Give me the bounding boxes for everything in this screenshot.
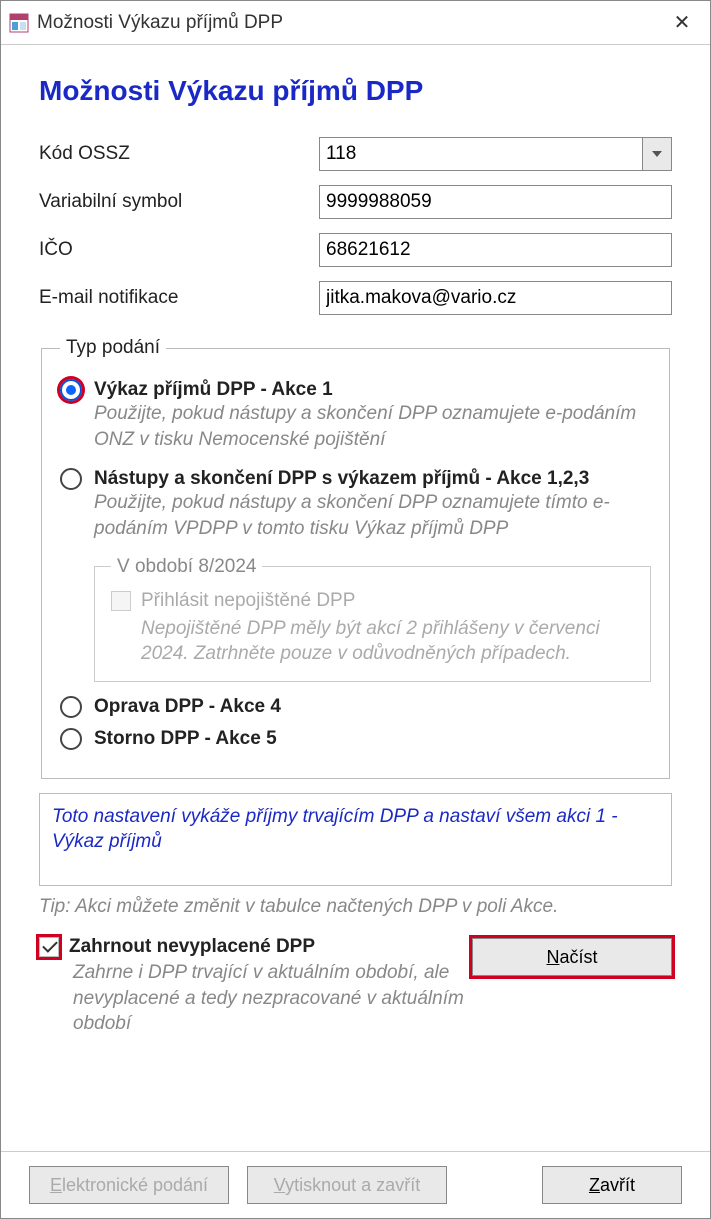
radio-label-akce1: Výkaz příjmů DPP - Akce 1 [94,379,333,401]
zavrit-button[interactable]: Zavřít [542,1166,682,1204]
checkbox-zahrnout-nevyplacene[interactable] [39,937,59,957]
row-ico: IČO [39,233,672,267]
checkbox-label-prihlasit: Přihlásit nepojištěné DPP [141,590,355,612]
nacist-button[interactable]: Načíst [472,938,672,976]
legend-period: V období 8/2024 [111,556,262,578]
radio-item-akce123: Nástupy a skončení DPP s výkazem příjmů … [60,468,651,682]
input-var-symbol[interactable] [319,185,672,219]
checkbox-prihlasit-nepojistene [111,591,131,611]
fieldset-period: V období 8/2024 Přihlásit nepojištěné DP… [94,556,651,682]
footer-buttons: Elektronické podání Vytisknout a zavřít … [1,1151,710,1218]
label-var-symbol: Variabilní symbol [39,191,319,213]
radio-akce5[interactable] [60,728,82,750]
desc-akce123: Použijte, pokud nástupy a skončení DPP o… [94,490,651,541]
desc-zahrnout: Zahrne i DPP trvající v aktuálním období… [73,960,472,1037]
radio-item-akce1: Výkaz příjmů DPP - Akce 1 Použijte, poku… [60,379,651,452]
radio-label-akce4: Oprava DPP - Akce 4 [94,696,281,718]
page-title: Možnosti Výkazu příjmů DPP [39,75,672,107]
radio-label-akce123: Nástupy a skončení DPP s výkazem příjmů … [94,468,589,490]
label-email: E-mail notifikace [39,287,319,309]
app-icon [9,13,29,33]
input-ico[interactable] [319,233,672,267]
radio-akce1[interactable] [60,379,82,401]
vytisknout-button[interactable]: Vytisknout a zavřít [247,1166,447,1204]
dropdown-button-kod-ossz[interactable] [642,137,672,171]
epodani-button[interactable]: Elektronické podání [29,1166,229,1204]
chevron-down-icon [652,151,662,157]
row-kod-ossz: Kód OSSZ [39,137,672,171]
radio-akce4[interactable] [60,696,82,718]
radio-item-akce5: Storno DPP - Akce 5 [60,728,651,750]
label-ico: IČO [39,239,319,261]
input-email[interactable] [319,281,672,315]
content-area: Možnosti Výkazu příjmů DPP Kód OSSZ Vari… [1,45,710,1151]
legend-typ-podani: Typ podání [60,337,166,359]
radio-akce123[interactable] [60,468,82,490]
input-kod-ossz[interactable] [319,137,642,171]
tip-text: Tip: Akci můžete změnit v tabulce načten… [39,896,672,918]
include-row: Zahrnout nevyplacené DPP Zahrne i DPP tr… [39,936,672,1037]
dialog-window: Možnosti Výkazu příjmů DPP ✕ Možnosti Vý… [0,0,711,1219]
fieldset-typ-podani: Typ podání Výkaz příjmů DPP - Akce 1 Pou… [41,337,670,779]
info-box: Toto nastavení vykáže příjmy trvajícím D… [39,793,672,886]
close-icon[interactable]: ✕ [662,10,702,35]
window-title: Možnosti Výkazu příjmů DPP [37,12,662,34]
desc-period: Nepojištěné DPP měly být akcí 2 přihláše… [141,616,634,667]
radio-item-akce4: Oprava DPP - Akce 4 [60,696,651,718]
row-var-symbol: Variabilní symbol [39,185,672,219]
row-email: E-mail notifikace [39,281,672,315]
checkbox-label-zahrnout: Zahrnout nevyplacené DPP [69,936,315,958]
radio-label-akce5: Storno DPP - Akce 5 [94,728,277,750]
titlebar: Možnosti Výkazu příjmů DPP ✕ [1,1,710,45]
label-kod-ossz: Kód OSSZ [39,143,319,165]
desc-akce1: Použijte, pokud nástupy a skončení DPP o… [94,401,651,452]
